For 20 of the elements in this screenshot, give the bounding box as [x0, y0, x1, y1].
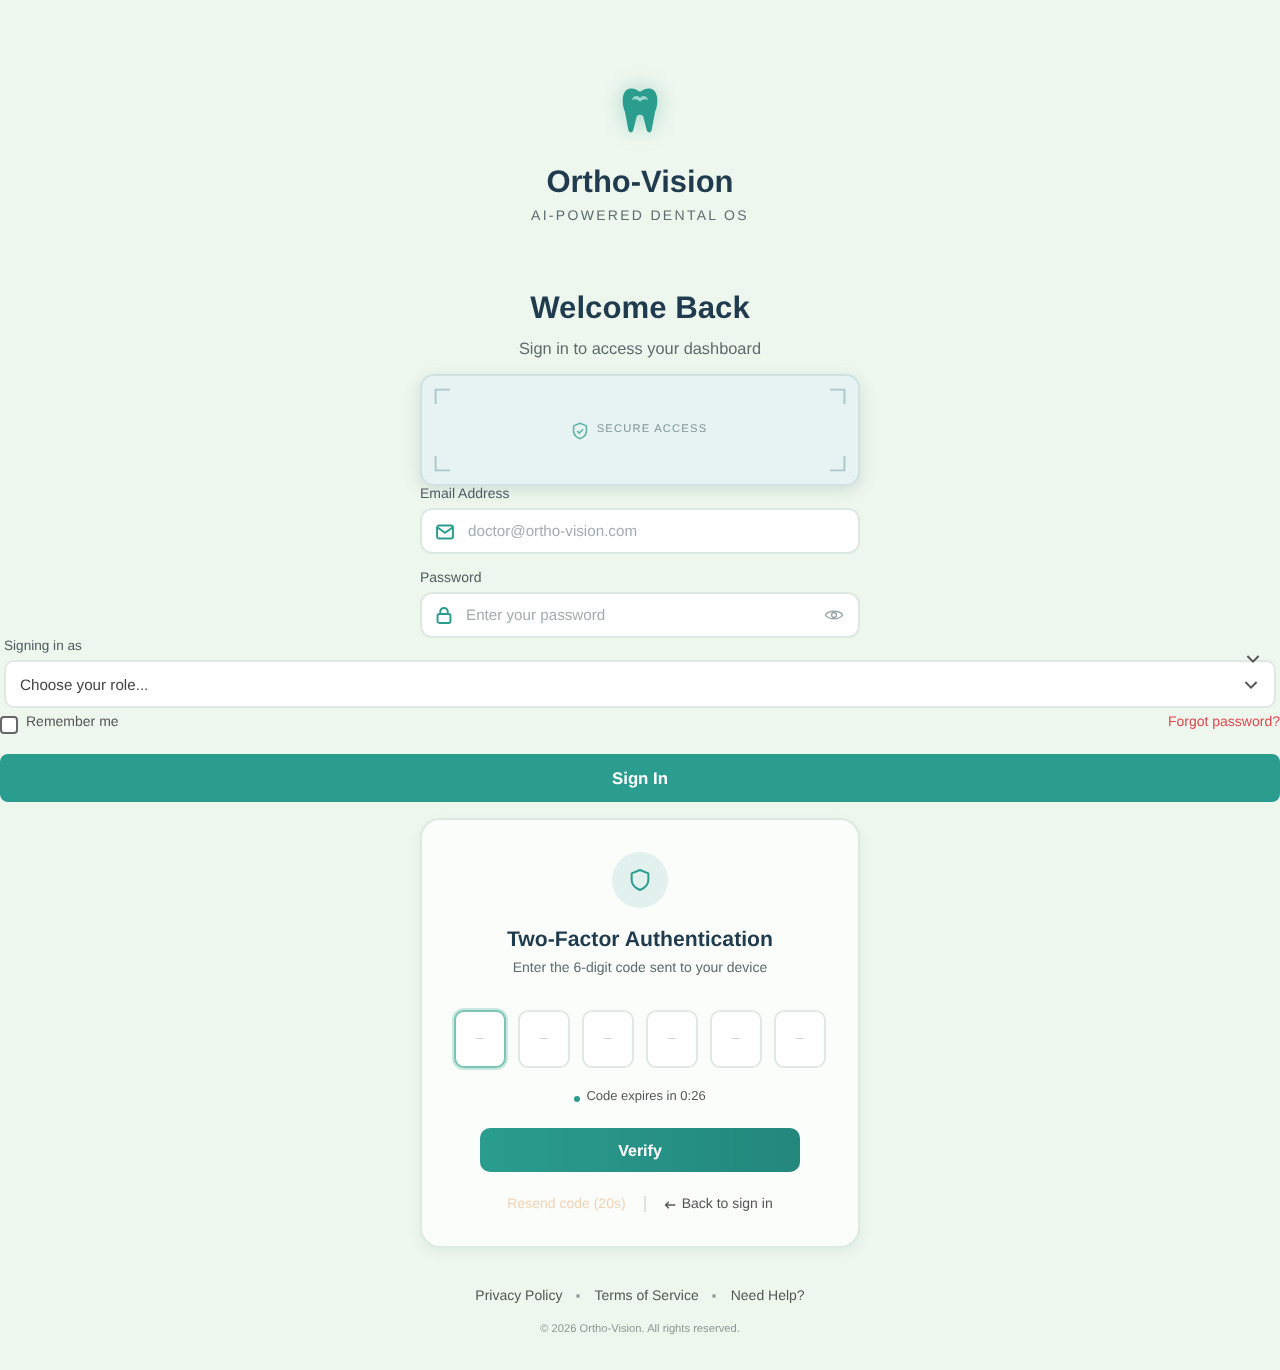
arrow-left-icon	[663, 1199, 676, 1209]
remember-checkbox[interactable]	[0, 715, 18, 733]
shield-icon	[612, 852, 668, 908]
app-name: Ortho-Vision	[546, 164, 734, 204]
mail-icon	[436, 523, 454, 539]
chevron-down-icon	[1244, 679, 1258, 689]
corner-bracket-icon	[830, 388, 846, 404]
status-dot-icon	[574, 1095, 581, 1101]
page-title: Welcome Back	[530, 290, 750, 330]
two-factor-title: Two-Factor Authentication	[506, 926, 773, 956]
lock-icon	[436, 606, 452, 624]
corner-bracket-icon	[830, 456, 846, 472]
eye-icon	[824, 608, 844, 622]
tooth-logo-icon	[620, 84, 660, 136]
verify-button[interactable]: Verify	[480, 1128, 800, 1172]
page-subtitle: Sign in to access your dashboard	[518, 338, 762, 360]
sign-in-button[interactable]: Sign In	[0, 754, 1280, 802]
corner-bracket-icon	[434, 456, 450, 472]
shield-check-icon	[572, 421, 589, 439]
corner-bracket-icon	[434, 388, 450, 404]
